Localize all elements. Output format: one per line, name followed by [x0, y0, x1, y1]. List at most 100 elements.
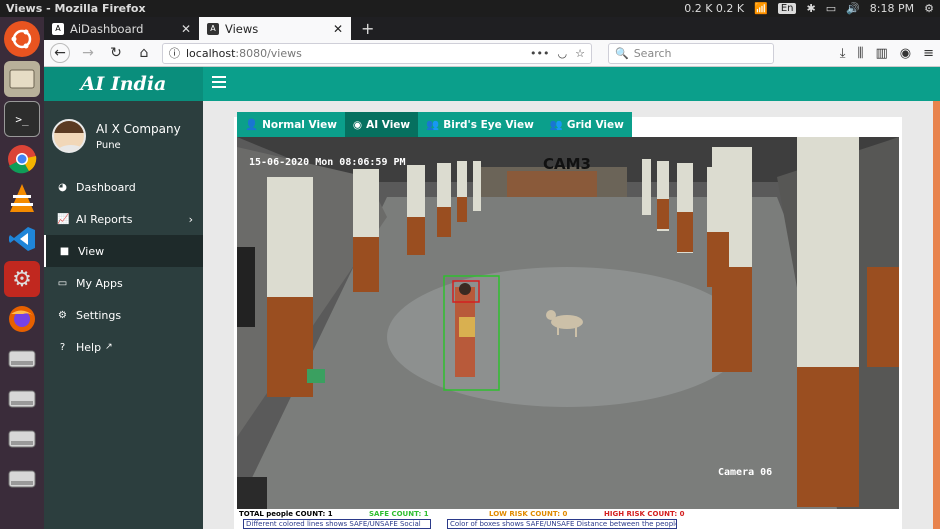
- question-icon: ?: [59, 341, 66, 353]
- users-icon: 👥: [549, 119, 563, 131]
- url-bar[interactable]: ⓘ localhost:8080/views ••• ◡ ☆: [162, 42, 592, 64]
- chevron-right-icon: ›: [188, 212, 193, 226]
- external-link-icon: ↗: [105, 342, 113, 352]
- tab-strip: A AiDashboard ✕ A Views ✕ +: [44, 17, 940, 40]
- ubuntu-launcher: >_ ⚙: [0, 17, 44, 529]
- search-placeholder: Search: [633, 46, 672, 60]
- total-count: TOTAL people COUNT: 1: [239, 510, 333, 518]
- web-page: AI India AI X Company Pune ◕ Dashboard 📈…: [44, 67, 940, 529]
- angular-favicon-icon: A: [207, 22, 219, 35]
- app-header: AI India: [44, 67, 940, 101]
- gear-icon: ⚙: [58, 309, 67, 321]
- user-profile: AI X Company Pune: [44, 101, 203, 171]
- ubuntu-logo-icon[interactable]: [4, 21, 40, 57]
- stats-bar: TOTAL people COUNT: 1 SAFE COUNT: 1 LOW …: [237, 509, 899, 529]
- firefox-window: A AiDashboard ✕ A Views ✕ + ← → ↻ ⌂ ⓘ lo…: [44, 17, 940, 529]
- view-tabs: 👤 Normal View ◉ AI View 👥 Bird's Eye View 👥…: [237, 112, 632, 137]
- company-name: AI X Company: [96, 121, 181, 136]
- close-tab-icon[interactable]: ✕: [181, 22, 191, 36]
- close-tab-icon[interactable]: ✕: [333, 22, 343, 36]
- sidebar-toggle-icon[interactable]: ▥: [875, 46, 887, 61]
- legend-note-lines: Different colored lines shows SAFE/UNSAF…: [243, 519, 431, 529]
- tab-views[interactable]: A Views ✕: [199, 17, 351, 40]
- main-content: 👤 Normal View ◉ AI View 👥 Bird's Eye View 👥…: [203, 101, 940, 529]
- sidebar-item-my-apps[interactable]: ▭ My Apps: [44, 267, 203, 299]
- low-risk-count: LOW RISK COUNT: 0: [489, 510, 568, 518]
- window-title: Views - Mozilla Firefox: [6, 2, 146, 15]
- forward-button[interactable]: →: [78, 43, 98, 63]
- tab-ai-view[interactable]: ◉ AI View: [344, 112, 419, 137]
- reload-button[interactable]: ↻: [106, 43, 126, 63]
- search-input[interactable]: 🔍 Search: [608, 42, 774, 64]
- url-path: :8080/views: [235, 46, 302, 60]
- dashboard-icon: ◕: [58, 181, 67, 193]
- terminal-icon[interactable]: >_: [4, 101, 40, 137]
- back-button[interactable]: ←: [50, 43, 70, 63]
- files-icon[interactable]: [4, 61, 40, 97]
- camera-name: Camera 06: [718, 467, 773, 478]
- drive-icon[interactable]: [4, 461, 40, 497]
- user-icon: 👤: [245, 119, 259, 131]
- sidebar-item-label: My Apps: [76, 276, 123, 290]
- pocket-icon[interactable]: ◡: [558, 47, 568, 60]
- drive-icon[interactable]: [4, 421, 40, 457]
- home-button[interactable]: ⌂: [134, 43, 154, 63]
- drive-icon[interactable]: [4, 341, 40, 377]
- video-icon: ■: [59, 245, 70, 257]
- download-icon[interactable]: ⤓: [840, 46, 846, 61]
- sidebar-item-label: View: [78, 244, 105, 258]
- vlc-icon[interactable]: [4, 181, 40, 217]
- chart-line-icon: 📈: [57, 213, 70, 225]
- camera-feed: 15-06-2020 Mon 08:06:59 PM CAM3 Camera 0…: [237, 137, 899, 509]
- camera-timestamp: 15-06-2020 Mon 08:06:59 PM: [249, 157, 406, 168]
- tab-label: Views: [225, 21, 259, 36]
- navigation-toolbar: ← → ↻ ⌂ ⓘ localhost:8080/views ••• ◡ ☆ 🔍…: [44, 40, 940, 67]
- tab-grid-view[interactable]: 👥 Grid View: [541, 112, 632, 137]
- company-city: Pune: [96, 139, 121, 151]
- sidebar-item-dashboard[interactable]: ◕ Dashboard: [44, 171, 203, 203]
- sidebar: AI X Company Pune ◕ Dashboard 📈 AI Repor…: [44, 101, 203, 529]
- new-tab-button[interactable]: +: [351, 17, 384, 40]
- legend-note-boxes: Color of boxes shows SAFE/UNSAFE Distanc…: [447, 519, 677, 529]
- network-speed: 0.2 K 0.2 K: [684, 2, 745, 15]
- wifi-icon[interactable]: 📶: [754, 2, 768, 15]
- library-icon[interactable]: ⫼: [857, 46, 863, 61]
- chrome-icon[interactable]: [4, 141, 40, 177]
- tab-aidashboard[interactable]: A AiDashboard ✕: [44, 17, 199, 40]
- url-host: localhost: [186, 46, 236, 60]
- bluetooth-icon[interactable]: ✱: [806, 2, 815, 15]
- bookmark-star-icon[interactable]: ☆: [575, 47, 585, 60]
- volume-icon[interactable]: 🔊: [846, 2, 860, 15]
- safe-count: SAFE COUNT: 1: [369, 510, 429, 518]
- brand-logo[interactable]: AI India: [44, 67, 203, 101]
- battery-icon[interactable]: ▭: [826, 2, 836, 15]
- sidebar-item-label: Help: [76, 340, 102, 354]
- firefox-icon[interactable]: [4, 301, 40, 337]
- system-top-bar: Views - Mozilla Firefox 0.2 K 0.2 K 📶 En…: [0, 0, 940, 17]
- angular-favicon-icon: A: [52, 22, 64, 35]
- laptop-icon: ▭: [57, 277, 68, 289]
- sidebar-item-settings[interactable]: ⚙ Settings: [44, 299, 203, 331]
- tab-label: AiDashboard: [70, 21, 144, 36]
- sidebar-item-view[interactable]: ■ View: [44, 235, 203, 267]
- hamburger-menu-icon[interactable]: [212, 76, 226, 90]
- settings-app-icon[interactable]: ⚙: [4, 261, 40, 297]
- drive-icon[interactable]: [4, 381, 40, 417]
- sidebar-item-ai-reports[interactable]: 📈 AI Reports ›: [44, 203, 203, 235]
- power-gear-icon[interactable]: ⚙: [924, 2, 934, 15]
- sidebar-item-help[interactable]: ? Help ↗: [44, 331, 203, 363]
- menu-icon[interactable]: ≡: [923, 46, 934, 61]
- account-icon[interactable]: ◉: [900, 46, 911, 61]
- users-icon: 👥: [426, 119, 440, 131]
- info-icon[interactable]: ⓘ: [169, 45, 180, 61]
- vscode-icon[interactable]: [4, 221, 40, 257]
- tab-birds-eye-view[interactable]: 👥 Bird's Eye View: [418, 112, 542, 137]
- page-scrollbar[interactable]: [933, 101, 940, 529]
- tab-normal-view[interactable]: 👤 Normal View: [237, 112, 345, 137]
- high-risk-count: HIGH RISK COUNT: 0: [604, 510, 685, 518]
- language-indicator[interactable]: En: [777, 3, 797, 14]
- page-actions-icon[interactable]: •••: [530, 47, 549, 60]
- avatar: [52, 119, 86, 153]
- clock[interactable]: 8:18 PM: [870, 2, 914, 15]
- user-circle-icon: ◉: [352, 118, 363, 131]
